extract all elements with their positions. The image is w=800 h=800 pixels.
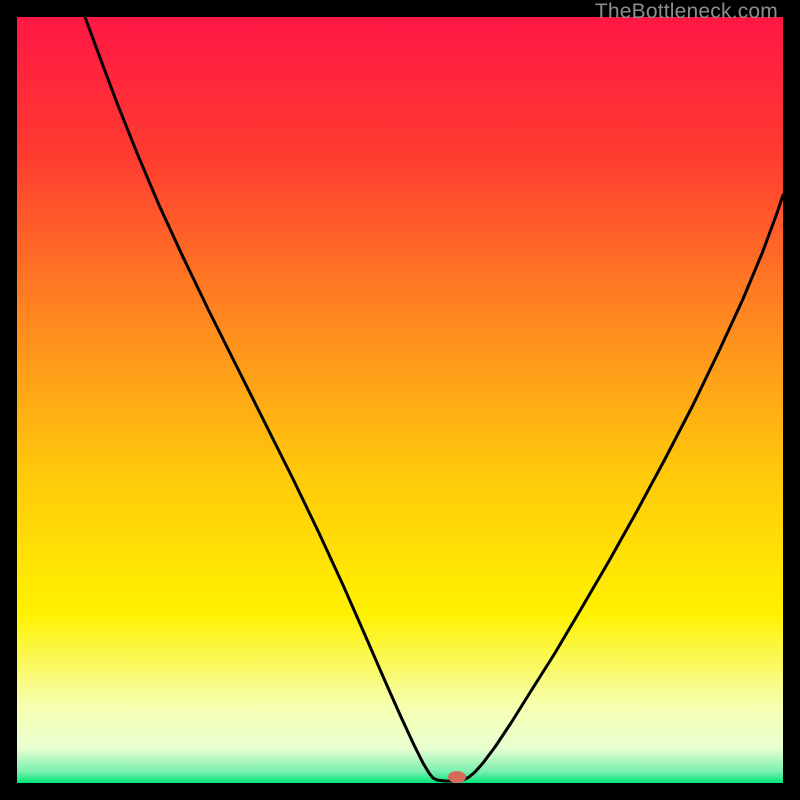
gradient-background — [17, 17, 783, 783]
chart-frame — [17, 17, 783, 783]
bottleneck-chart — [17, 17, 783, 783]
optimal-point-marker — [448, 771, 466, 783]
watermark-text: TheBottleneck.com — [595, 0, 778, 24]
